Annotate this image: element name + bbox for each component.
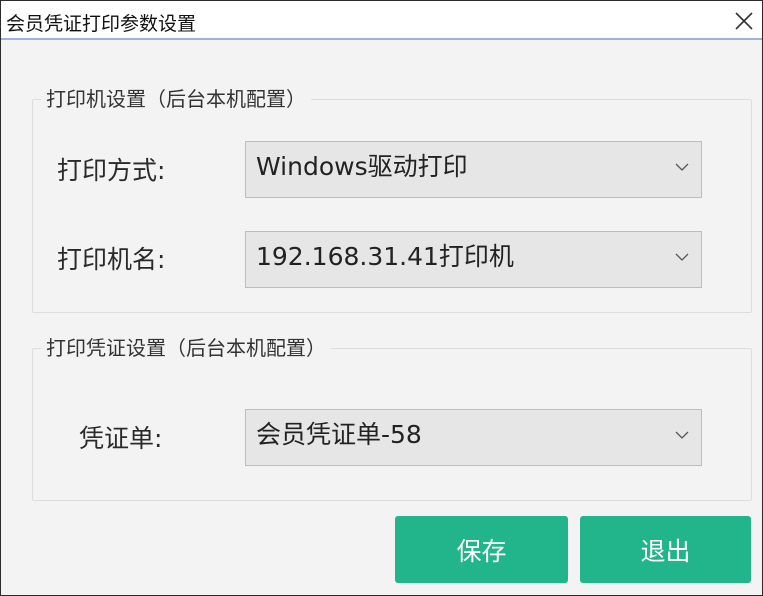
title-bar: 会员凭证打印参数设置	[1, 1, 762, 40]
save-button[interactable]: 保存	[395, 516, 568, 583]
printer-name-select[interactable]: 192.168.31.41打印机	[245, 231, 702, 288]
voucher-settings-legend: 打印凭证设置（后台本机配置）	[41, 335, 331, 361]
printer-name-value: 192.168.31.41打印机	[256, 242, 514, 271]
chevron-down-icon	[675, 253, 689, 261]
settings-dialog: 会员凭证打印参数设置 打印机设置（后台本机配置） 打印方式: Windows驱动…	[0, 0, 763, 596]
printer-settings-group: 打印机设置（后台本机配置） 打印方式: Windows驱动打印 打印机名: 19…	[32, 86, 752, 313]
chevron-down-icon	[675, 163, 689, 171]
print-mode-select[interactable]: Windows驱动打印	[245, 141, 702, 198]
voucher-select[interactable]: 会员凭证单-58	[245, 409, 702, 466]
printer-name-label: 打印机名:	[57, 245, 166, 274]
voucher-label: 凭证单:	[79, 424, 163, 453]
close-button[interactable]	[726, 1, 762, 38]
window-title: 会员凭证打印参数设置	[6, 13, 197, 35]
voucher-settings-group: 打印凭证设置（后台本机配置） 凭证单: 会员凭证单-58	[32, 335, 752, 501]
voucher-value: 会员凭证单-58	[256, 420, 422, 449]
exit-button[interactable]: 退出	[580, 516, 751, 583]
printer-settings-legend: 打印机设置（后台本机配置）	[41, 86, 311, 112]
chevron-down-icon	[675, 431, 689, 439]
close-icon	[735, 12, 753, 30]
print-mode-value: Windows驱动打印	[256, 152, 468, 181]
print-mode-label: 打印方式:	[57, 156, 166, 185]
